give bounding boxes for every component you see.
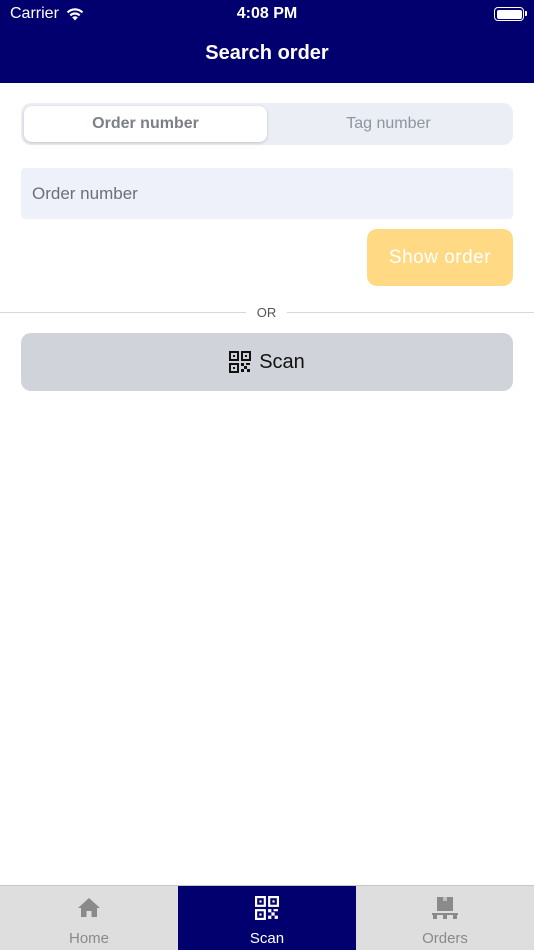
show-order-button[interactable]: Show order — [367, 229, 513, 286]
app-header: Carrier 4:08 PM Search order — [0, 0, 534, 83]
tab-orders[interactable]: Orders — [356, 886, 534, 950]
carrier-indicator: Carrier — [10, 5, 85, 23]
battery-icon — [494, 7, 527, 21]
search-type-segmented-control: Order number Tag number — [21, 103, 513, 145]
scan-button-label: Scan — [259, 350, 305, 373]
tab-orders-label: Orders — [422, 930, 468, 947]
order-number-input[interactable] — [21, 168, 513, 219]
tab-home-label: Home — [68, 930, 109, 947]
wifi-icon — [66, 8, 84, 21]
home-icon — [78, 898, 100, 917]
orders-icon — [432, 897, 458, 919]
tab-scan[interactable]: Scan — [178, 886, 356, 950]
page-title: Search order — [205, 42, 329, 64]
tab-bar: Home Scan Orders — [0, 885, 534, 950]
scan-button[interactable]: Scan — [21, 333, 513, 391]
tab-home[interactable]: Home — [0, 886, 178, 950]
divider-line-right — [287, 312, 534, 313]
status-bar: Carrier 4:08 PM — [0, 0, 534, 28]
order-number-field-container — [21, 168, 513, 219]
qr-code-icon — [229, 351, 252, 373]
carrier-label: Carrier — [10, 5, 59, 22]
or-label: OR — [256, 305, 277, 320]
segment-tag-number[interactable]: Tag number — [267, 106, 510, 142]
qr-code-icon — [255, 896, 279, 920]
segment-order-number[interactable]: Order number — [24, 106, 267, 142]
tab-scan-label: Scan — [249, 930, 285, 947]
divider-line-left — [0, 312, 246, 313]
or-divider: OR — [0, 303, 534, 323]
